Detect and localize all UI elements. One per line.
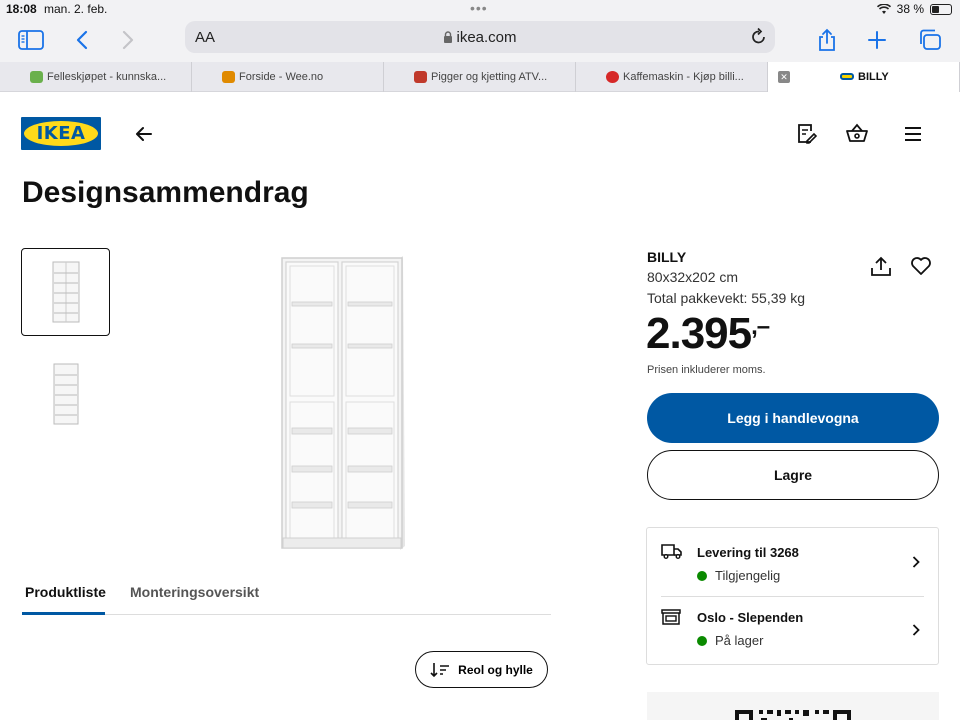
add-to-cart-button[interactable]: Legg i handlevogna bbox=[647, 393, 939, 443]
browser-tab[interactable]: Pigger og kjetting ATV... bbox=[384, 62, 576, 92]
product-main-image[interactable] bbox=[270, 252, 420, 552]
reload-icon[interactable] bbox=[751, 27, 767, 50]
back-arrow-icon[interactable] bbox=[132, 122, 156, 151]
bookcase-thumbnail-icon bbox=[52, 261, 79, 323]
favicon-icon bbox=[30, 71, 43, 83]
price-value: 2.395 bbox=[646, 309, 752, 358]
browser-back-icon[interactable] bbox=[68, 26, 96, 54]
save-button[interactable]: Lagre bbox=[647, 450, 939, 500]
lock-icon bbox=[444, 31, 453, 43]
tab-title: Kaffemaskin - Kjøp billi... bbox=[623, 71, 744, 83]
product-package-weight: Total pakkevekt: 55,39 kg bbox=[647, 290, 805, 306]
chevron-right-icon bbox=[912, 623, 920, 641]
delivery-title: Levering til 3268 bbox=[697, 545, 799, 560]
status-time: 18:08 bbox=[6, 2, 37, 16]
delivery-truck-icon bbox=[661, 542, 683, 565]
store-icon bbox=[661, 608, 681, 631]
ikea-favicon-icon bbox=[840, 73, 854, 80]
delivery-availability-row[interactable]: Levering til 3268 Tilgjengelig bbox=[647, 528, 938, 588]
sort-filter-icon bbox=[430, 662, 450, 677]
status-bar: 18:08 man. 2. feb. ••• 38 % bbox=[0, 0, 960, 18]
share-product-icon[interactable] bbox=[870, 256, 892, 283]
store-status-text: På lager bbox=[715, 633, 764, 648]
bookcase-thumbnail-icon bbox=[53, 363, 78, 425]
status-dot bbox=[697, 635, 707, 646]
battery-percent: 38 % bbox=[896, 2, 924, 16]
store-availability-row[interactable]: Oslo - Slependen På lager bbox=[647, 596, 938, 656]
status-dot bbox=[697, 570, 707, 581]
favorite-heart-icon[interactable] bbox=[910, 256, 932, 281]
thumbnail-image-2[interactable] bbox=[21, 350, 110, 438]
product-dimensions: 80x32x202 cm bbox=[647, 269, 739, 285]
active-tab-indicator bbox=[22, 612, 105, 615]
browser-forward-icon[interactable] bbox=[114, 26, 142, 54]
browser-tab-bar: Felleskjøpet - kunnska... Forside - Wee.… bbox=[0, 62, 960, 92]
logo-oval: IKEA bbox=[24, 121, 98, 146]
tab-title: BILLY bbox=[858, 71, 889, 83]
vat-note: Prisen inkluderer moms. bbox=[647, 364, 766, 376]
page-title: Designsammendrag bbox=[22, 176, 309, 209]
qr-code-panel bbox=[647, 692, 939, 720]
new-tab-icon[interactable] bbox=[863, 26, 891, 54]
chevron-right-icon bbox=[912, 555, 920, 573]
tab-product-list[interactable]: Produktliste bbox=[25, 584, 106, 600]
url-text: ikea.com bbox=[456, 29, 517, 46]
browser-tab[interactable]: Felleskjøpet - kunnska... bbox=[0, 62, 192, 92]
url-display[interactable]: ikea.com bbox=[185, 29, 775, 46]
share-icon[interactable] bbox=[813, 26, 841, 54]
product-price: 2.395,– bbox=[646, 309, 770, 359]
favicon-icon bbox=[414, 71, 427, 83]
store-status: På lager bbox=[697, 633, 763, 648]
ikea-logo[interactable]: IKEA bbox=[21, 117, 101, 150]
wifi-icon bbox=[876, 3, 891, 14]
filter-button-label: Reol og hylle bbox=[458, 662, 533, 677]
tab-title: Forside - Wee.no bbox=[239, 71, 324, 83]
address-bar[interactable]: AA ikea.com bbox=[185, 21, 775, 53]
battery-icon bbox=[930, 3, 952, 15]
browser-tab-active[interactable]: ✕ BILLY bbox=[768, 62, 960, 92]
filter-category-button[interactable]: Reol og hylle bbox=[415, 651, 548, 688]
status-date: man. 2. feb. bbox=[44, 2, 108, 16]
tabs-overview-icon[interactable] bbox=[916, 26, 944, 54]
multitasking-dots-icon[interactable]: ••• bbox=[470, 0, 488, 16]
delivery-status: Tilgjengelig bbox=[697, 568, 780, 583]
tab-assembly-overview[interactable]: Monteringsoversikt bbox=[130, 584, 259, 600]
favicon-icon bbox=[222, 71, 235, 83]
menu-icon[interactable] bbox=[902, 122, 924, 151]
tab-title: Felleskjøpet - kunnska... bbox=[47, 71, 167, 83]
favicon-icon bbox=[606, 71, 619, 83]
logo-text: IKEA bbox=[36, 123, 86, 144]
browser-tab[interactable]: Kaffemaskin - Kjøp billi... bbox=[576, 62, 768, 92]
store-title: Oslo - Slependen bbox=[697, 610, 804, 625]
sidebar-icon[interactable] bbox=[17, 26, 45, 54]
product-name: BILLY bbox=[647, 249, 687, 265]
shopping-list-icon[interactable] bbox=[796, 122, 818, 151]
tab-title: Pigger og kjetting ATV... bbox=[431, 71, 548, 83]
availability-panel: Levering til 3268 Tilgjengelig Oslo - Sl… bbox=[646, 527, 939, 665]
thumbnail-image-1[interactable] bbox=[21, 248, 110, 336]
qr-code-icon bbox=[735, 710, 851, 720]
delivery-status-text: Tilgjengelig bbox=[715, 568, 781, 583]
price-suffix: ,– bbox=[751, 313, 770, 340]
browser-tab[interactable]: Forside - Wee.no bbox=[192, 62, 384, 92]
browser-toolbar: AA ikea.com bbox=[0, 18, 960, 62]
close-tab-icon[interactable]: ✕ bbox=[778, 71, 790, 83]
shopping-bag-icon[interactable] bbox=[845, 122, 869, 151]
